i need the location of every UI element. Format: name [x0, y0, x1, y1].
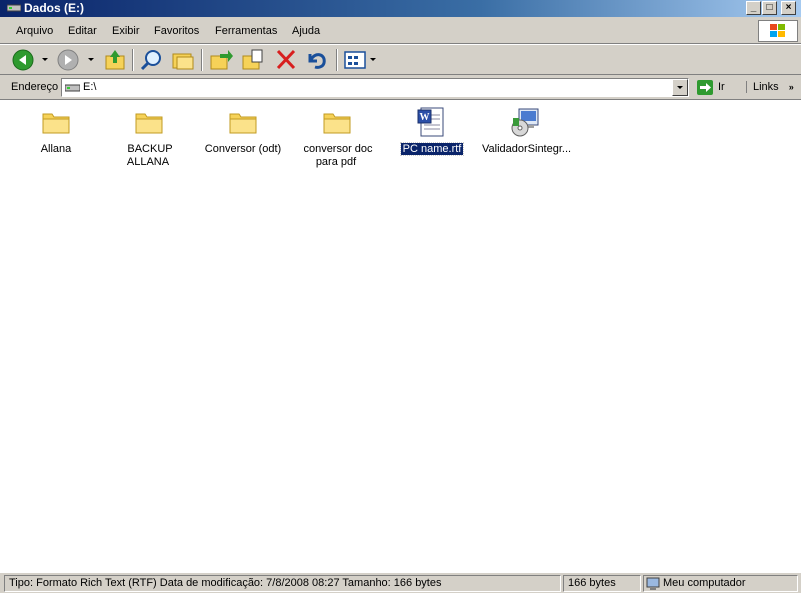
forward-dropdown-icon[interactable] — [88, 58, 94, 61]
status-zone: Meu computador — [643, 575, 798, 592]
file-view[interactable]: Allana BACKUP ALLANA Conversor (odt) con… — [0, 101, 801, 572]
undo-icon[interactable] — [304, 48, 330, 72]
folders-icon[interactable] — [170, 48, 196, 72]
menu-bar: Arquivo Editar Exibir Favoritos Ferramen… — [0, 17, 801, 44]
up-folder-icon[interactable] — [102, 48, 128, 72]
address-bar: Endereço E:\ Ir Links » — [0, 75, 801, 100]
toolbar-separator — [132, 49, 134, 71]
links-label: Links — [753, 81, 779, 93]
drive-icon — [7, 4, 21, 12]
status-bar: Tipo: Formato Rich Text (RTF) Data de mo… — [0, 572, 801, 593]
address-input[interactable]: E:\ — [61, 78, 689, 97]
folder-icon — [42, 113, 70, 134]
back-dropdown-icon[interactable] — [42, 58, 48, 61]
chevron-right-icon[interactable]: » — [789, 82, 794, 92]
file-name: PC name.rtf — [399, 142, 465, 156]
close-button[interactable]: × — [781, 1, 796, 15]
address-dropdown-button[interactable] — [672, 79, 688, 96]
toolbar — [0, 44, 801, 75]
word-document-icon: W — [417, 107, 444, 137]
menu-ferramentas[interactable]: Ferramentas — [215, 25, 277, 37]
folder-icon — [323, 113, 351, 134]
file-name: Allana — [40, 143, 72, 155]
maximize-button[interactable]: □ — [762, 1, 777, 15]
menu-favoritos[interactable]: Favoritos — [154, 25, 199, 37]
go-button[interactable]: Ir — [695, 78, 741, 97]
go-label: Ir — [718, 81, 725, 93]
status-details: Tipo: Formato Rich Text (RTF) Data de mo… — [4, 575, 561, 592]
toolbar-separator — [336, 49, 338, 71]
delete-icon[interactable] — [273, 48, 299, 72]
menu-editar[interactable]: Editar — [68, 25, 97, 37]
menu-arquivo[interactable]: Arquivo — [16, 25, 53, 37]
drive-icon — [65, 84, 80, 92]
folder-icon — [135, 113, 163, 134]
menu-ajuda[interactable]: Ajuda — [292, 25, 320, 37]
search-icon[interactable] — [139, 48, 165, 72]
folder-icon — [229, 113, 257, 134]
file-name: Conversor (odt) — [204, 143, 282, 155]
computer-icon — [646, 577, 660, 590]
forward-icon[interactable] — [55, 48, 81, 72]
views-dropdown-icon[interactable] — [370, 58, 376, 61]
move-to-icon[interactable] — [208, 48, 234, 72]
file-name: BACKUP ALLANA — [126, 143, 173, 168]
status-zone-label: Meu computador — [663, 577, 746, 589]
status-size: 166 bytes — [563, 575, 641, 592]
toolbar-separator — [201, 49, 203, 71]
file-name: ValidadorSintegr... — [482, 143, 572, 155]
minimize-button[interactable]: _ — [746, 1, 761, 15]
go-arrow-icon — [697, 80, 713, 95]
title-bar[interactable]: Dados (E:) _ □ × — [0, 0, 801, 17]
views-icon[interactable] — [343, 48, 369, 72]
menu-exibir[interactable]: Exibir — [112, 25, 140, 37]
file-name: conversor doc para pdf — [303, 143, 373, 168]
window-title: Dados (E:) — [24, 1, 84, 15]
address-label: Endereço — [11, 81, 59, 93]
links-toolbar[interactable]: Links » — [746, 81, 794, 93]
copy-to-icon[interactable] — [240, 48, 266, 72]
svg-text:W: W — [420, 112, 430, 123]
windows-logo-icon — [758, 20, 798, 42]
installer-icon — [511, 108, 539, 137]
back-icon[interactable] — [10, 48, 36, 72]
address-value: E:\ — [83, 81, 97, 93]
